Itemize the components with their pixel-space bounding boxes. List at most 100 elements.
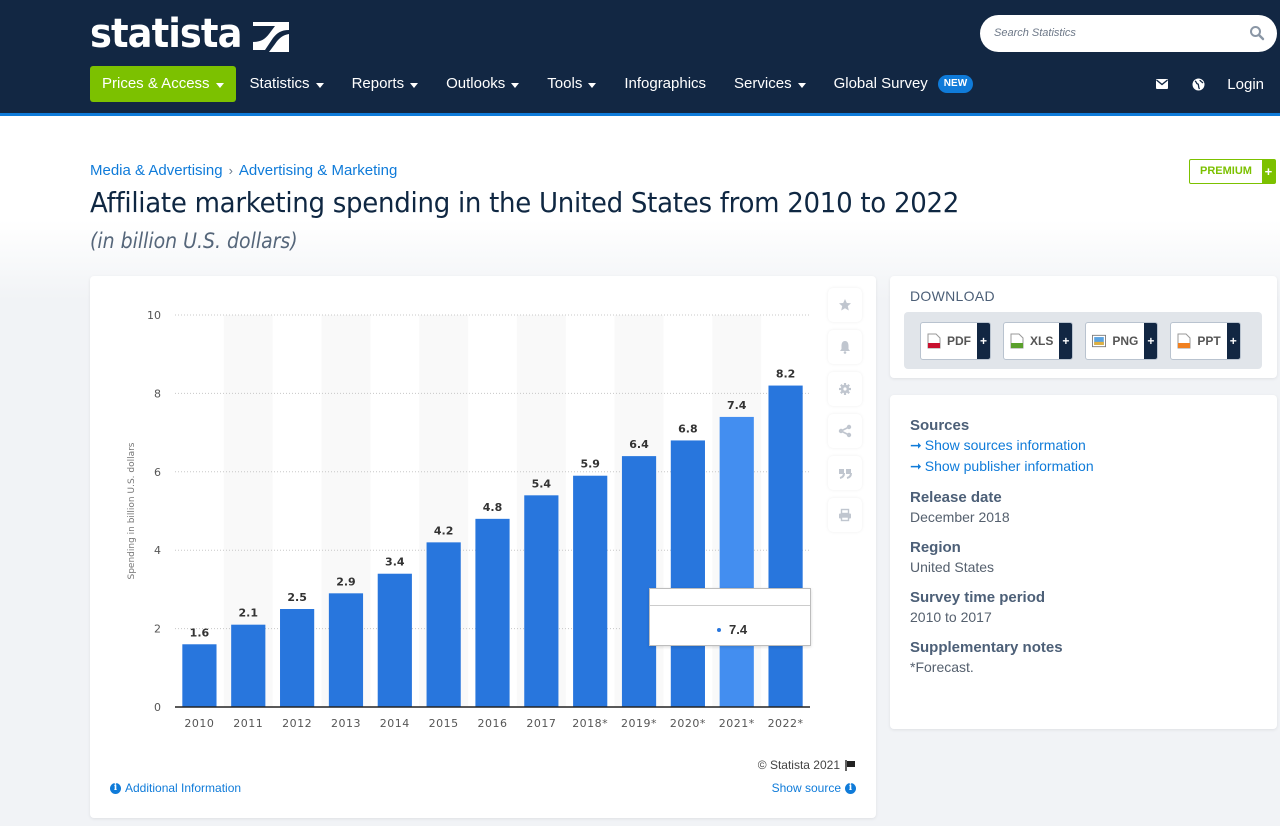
nav-global-survey[interactable]: Global Survey NEW bbox=[820, 66, 988, 102]
additional-information-label: Additional Information bbox=[125, 781, 242, 795]
plus-icon: + bbox=[1059, 322, 1073, 359]
nav-outlooks[interactable]: Outlooks bbox=[432, 66, 533, 102]
data-label: 3.4 bbox=[385, 556, 405, 569]
y-tick-label: 8 bbox=[154, 387, 161, 400]
data-label: 2.1 bbox=[239, 607, 259, 620]
survey-period-heading: Survey time period bbox=[910, 589, 1046, 606]
additional-information-link[interactable]: i Additional Information bbox=[110, 781, 241, 795]
bar bbox=[426, 542, 461, 707]
nav-label: Global Survey bbox=[833, 75, 928, 92]
download-ppt-button[interactable]: PPT + bbox=[1170, 321, 1241, 360]
chevron-down-icon bbox=[315, 82, 324, 88]
plus-icon: + bbox=[977, 322, 990, 359]
nav-label: Reports bbox=[351, 75, 405, 92]
page-subtitle: (in billion U.S. dollars) bbox=[90, 229, 298, 253]
page-title: Affiliate marketing spending in the Unit… bbox=[90, 186, 960, 219]
bar bbox=[670, 440, 705, 707]
cite-button[interactable] bbox=[828, 456, 862, 490]
search-icon[interactable] bbox=[1249, 25, 1265, 41]
data-label: 2.9 bbox=[336, 575, 356, 588]
premium-badge[interactable]: PREMIUM + bbox=[1189, 159, 1276, 184]
nav-label: Services bbox=[734, 75, 792, 92]
data-label: 7.4 bbox=[727, 399, 747, 412]
xls-file-icon bbox=[1010, 333, 1024, 348]
pdf-file-icon bbox=[927, 333, 941, 348]
print-button[interactable] bbox=[828, 498, 862, 532]
nav-label: Prices & Access bbox=[102, 75, 210, 92]
tooltip-value-text: 7.4 bbox=[729, 622, 748, 637]
data-label: 8.2 bbox=[776, 368, 796, 381]
main-nav: Prices & Access Statistics Reports Outlo… bbox=[90, 66, 987, 102]
data-label: 6.4 bbox=[629, 438, 649, 451]
x-tick-label: 2017 bbox=[526, 717, 556, 730]
show-sources-link[interactable]: ➞ Show sources information bbox=[910, 435, 1257, 456]
search-box[interactable] bbox=[980, 15, 1277, 52]
nav-prices-access[interactable]: Prices & Access bbox=[90, 66, 236, 102]
bar bbox=[768, 385, 803, 707]
bell-icon bbox=[840, 341, 850, 354]
x-tick-label: 2019* bbox=[621, 717, 657, 730]
show-source-link[interactable]: Show source i bbox=[772, 781, 856, 795]
breadcrumb: Media & Advertising › Advertising & Mark… bbox=[90, 162, 397, 179]
x-tick-label: 2013 bbox=[331, 717, 361, 730]
favorite-button[interactable] bbox=[828, 288, 862, 322]
download-png-label: PNG bbox=[1112, 333, 1139, 348]
nav-label: Tools bbox=[547, 75, 583, 92]
nav-statistics[interactable]: Statistics bbox=[236, 66, 338, 102]
bar bbox=[182, 644, 217, 707]
bar bbox=[475, 518, 510, 707]
star-icon bbox=[839, 299, 851, 311]
breadcrumb-media-advertising[interactable]: Media & Advertising bbox=[90, 162, 223, 179]
show-publisher-link[interactable]: ➞ Show publisher information bbox=[910, 456, 1257, 477]
chevron-down-icon bbox=[215, 82, 224, 88]
x-tick-label: 2014 bbox=[380, 717, 410, 730]
nav-services[interactable]: Services bbox=[720, 66, 820, 102]
x-tick-label: 2022* bbox=[768, 717, 804, 730]
region-heading: Region bbox=[910, 539, 961, 556]
y-axis-label: Spending in billion U.S. dollars bbox=[127, 442, 137, 579]
settings-button[interactable] bbox=[828, 372, 862, 406]
share-button[interactable] bbox=[828, 414, 862, 448]
nav-infographics[interactable]: Infographics bbox=[610, 66, 720, 102]
chevron-down-icon bbox=[797, 82, 806, 88]
statista-logo[interactable]: statista bbox=[90, 12, 291, 56]
chart-toolbar bbox=[828, 288, 862, 540]
release-date-value: December 2018 bbox=[910, 509, 1010, 525]
new-badge: NEW bbox=[937, 75, 974, 93]
nav-tools[interactable]: Tools bbox=[533, 66, 610, 102]
notification-button[interactable] bbox=[828, 330, 862, 364]
bar bbox=[573, 475, 608, 707]
sources-heading: Sources bbox=[910, 417, 970, 434]
arrow-right-icon: ➞ bbox=[910, 437, 922, 453]
download-xls-button[interactable]: XLS + bbox=[1003, 321, 1074, 360]
gear-icon bbox=[839, 383, 851, 395]
download-panel: DOWNLOAD PDF + XLS + PNG + PPT + bbox=[890, 276, 1277, 378]
bar bbox=[328, 593, 364, 707]
y-tick-label: 10 bbox=[147, 309, 161, 322]
download-pdf-label: PDF bbox=[947, 333, 971, 348]
x-tick-label: 2012 bbox=[282, 717, 312, 730]
data-label: 1.6 bbox=[190, 626, 210, 639]
show-source-label: Show source bbox=[771, 781, 841, 795]
nav-reports[interactable]: Reports bbox=[338, 66, 433, 102]
login-link[interactable]: Login bbox=[1227, 76, 1264, 93]
globe-icon[interactable] bbox=[1191, 77, 1205, 91]
info-icon: i bbox=[845, 782, 856, 794]
print-icon bbox=[839, 508, 851, 522]
search-input[interactable] bbox=[994, 23, 1234, 43]
bar-chart: 0 2 4 6 8 10 Spending in billion U.S. dollars 1… bbox=[127, 309, 810, 730]
flag-icon[interactable] bbox=[845, 759, 856, 771]
premium-label: PREMIUM bbox=[1200, 165, 1252, 177]
mail-icon[interactable] bbox=[1155, 77, 1169, 91]
series-dot-icon bbox=[717, 627, 721, 632]
tooltip-divider bbox=[650, 605, 810, 606]
breadcrumb-separator: › bbox=[228, 163, 233, 178]
arrow-right-icon: ➞ bbox=[910, 458, 922, 474]
plus-icon: + bbox=[1144, 322, 1158, 359]
x-tick-label: 2016 bbox=[478, 717, 508, 730]
breadcrumb-advertising-marketing[interactable]: Advertising & Marketing bbox=[239, 162, 397, 179]
x-tick-label: 2015 bbox=[429, 717, 459, 730]
share-icon bbox=[838, 424, 852, 438]
download-png-button[interactable]: PNG + bbox=[1085, 321, 1159, 360]
download-pdf-button[interactable]: PDF + bbox=[920, 321, 991, 360]
